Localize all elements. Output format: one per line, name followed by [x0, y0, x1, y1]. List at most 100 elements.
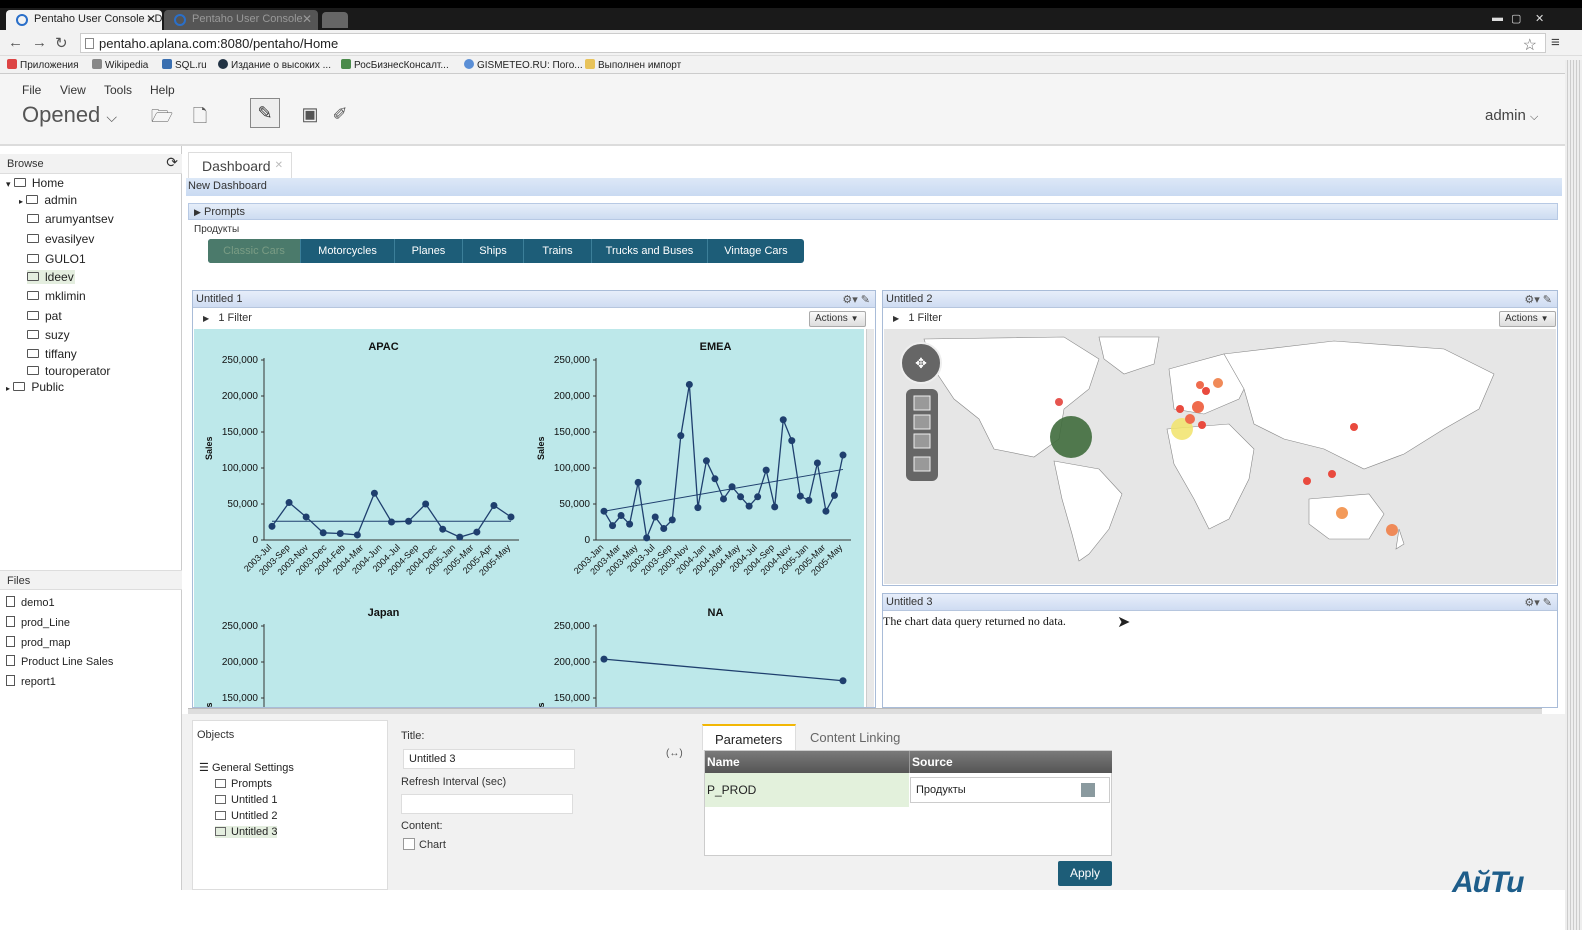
zoom-in-icon[interactable]: [913, 395, 931, 411]
map-bubble[interactable]: [1303, 477, 1311, 485]
save-icon[interactable]: ▣: [298, 104, 322, 128]
tree-item-arumyantsev[interactable]: arumyantsev: [27, 212, 114, 226]
product-button-trucks-and-buses[interactable]: Trucks and Buses: [592, 239, 708, 263]
product-button-ships[interactable]: Ships: [463, 239, 524, 263]
new-file-icon[interactable]: 🗋: [188, 104, 212, 128]
expand-arrow-icon[interactable]: ▶: [203, 314, 209, 323]
back-icon[interactable]: ←: [8, 34, 23, 51]
prompts-section[interactable]: ▶ Prompts: [188, 203, 1558, 220]
object-general-settings[interactable]: ☰ General Settings: [199, 761, 294, 774]
browser-tab-inactive[interactable]: Pentaho User Console ✕: [164, 10, 318, 30]
user-menu[interactable]: admin ⌵: [1485, 107, 1538, 124]
bookmark-star-icon[interactable]: ☆: [1523, 35, 1537, 55]
bookmark-rbc[interactable]: РосБизнесКонсалт...: [341, 59, 449, 71]
bookmark-import[interactable]: Выполнен импорт: [585, 59, 681, 71]
tree-item-admin[interactable]: ▸ admin: [19, 193, 77, 207]
close-tab-icon[interactable]: ✕: [302, 12, 312, 26]
link-icon[interactable]: (↔): [666, 748, 683, 759]
map-bubble[interactable]: [1050, 416, 1092, 458]
tree-item-public[interactable]: ▸ Public: [6, 380, 64, 394]
object-untitled-2[interactable]: Untitled 2: [215, 810, 277, 822]
product-button-vintage-cars[interactable]: Vintage Cars: [708, 239, 804, 263]
minimize-window-icon[interactable]: ▬: [1492, 12, 1503, 24]
file-item[interactable]: Product Line Sales: [6, 655, 113, 668]
refresh-interval-input[interactable]: [401, 794, 573, 814]
maximize-window-icon[interactable]: ▢: [1511, 12, 1521, 25]
panel-settings-icon[interactable]: ⚙▾ ✎: [1524, 596, 1552, 609]
map-bubble[interactable]: [1055, 398, 1063, 406]
zoom-out-icon[interactable]: [913, 414, 931, 430]
chart-checkbox[interactable]: [403, 838, 415, 850]
tree-item-mklimin[interactable]: mklimin: [27, 289, 86, 303]
map-bubble[interactable]: [1336, 507, 1348, 519]
save-as-icon[interactable]: ✐: [328, 104, 352, 128]
apply-button[interactable]: Apply: [1058, 861, 1112, 886]
map-bubble[interactable]: [1328, 470, 1336, 478]
map-bubble[interactable]: [1202, 387, 1210, 395]
map-bubble[interactable]: [1176, 405, 1184, 413]
map-layers-icon[interactable]: [913, 456, 931, 472]
tree-item-suzy[interactable]: suzy: [27, 328, 70, 342]
map-bubble[interactable]: [1185, 414, 1195, 424]
world-map[interactable]: ✥: [884, 329, 1556, 584]
panel-settings-icon[interactable]: ⚙▾ ✎: [1524, 293, 1552, 306]
product-button-classic-cars[interactable]: Classic Cars: [208, 239, 301, 263]
menu-tools[interactable]: Tools: [104, 83, 132, 97]
tree-item-tiffany[interactable]: tiffany: [27, 347, 77, 361]
browser-tab-active[interactable]: Pentaho User Console - D ✕: [6, 10, 162, 30]
zoom-extent-icon[interactable]: [913, 433, 931, 449]
expand-arrow-icon[interactable]: ▶: [893, 314, 899, 323]
reload-icon[interactable]: ↻: [55, 34, 68, 52]
bookmark-wikipedia[interactable]: Wikipedia: [92, 59, 148, 71]
new-tab-button[interactable]: [322, 12, 348, 28]
bookmark-gismeteo[interactable]: GISMETEO.RU: Пого...: [464, 59, 583, 71]
tab-parameters[interactable]: Parameters: [702, 724, 796, 750]
url-input[interactable]: pentaho.aplana.com:8080/pentaho/Home ☆: [80, 33, 1546, 55]
close-tab-icon[interactable]: ✕: [146, 12, 156, 26]
perspective-dropdown[interactable]: Opened ⌵: [22, 102, 117, 128]
file-item[interactable]: prod_map: [6, 636, 71, 649]
map-navigation-controls[interactable]: ✥: [900, 342, 942, 481]
chart-checkbox-row[interactable]: Chart: [403, 838, 446, 851]
close-window-icon[interactable]: ✕: [1535, 12, 1544, 25]
menu-view[interactable]: View: [60, 83, 86, 97]
tab-dashboard[interactable]: Dashboard ✕: [188, 152, 292, 178]
forward-icon[interactable]: →: [32, 34, 47, 51]
vertical-scrollbar[interactable]: [866, 329, 874, 707]
close-icon[interactable]: ✕: [275, 160, 283, 171]
param-source-select[interactable]: Продукты: [910, 777, 1110, 803]
map-bubble[interactable]: [1196, 381, 1204, 389]
refresh-icon[interactable]: ⟳: [166, 154, 178, 171]
map-bubble[interactable]: [1213, 378, 1223, 388]
object-untitled-3[interactable]: Untitled 3: [215, 826, 278, 838]
filter-label[interactable]: 1 Filter: [908, 312, 942, 324]
bookmark-sqlru[interactable]: SQL.ru: [162, 59, 207, 71]
file-item[interactable]: prod_Line: [6, 616, 70, 629]
map-bubble[interactable]: [1192, 401, 1204, 413]
file-item[interactable]: report1: [6, 675, 56, 688]
product-button-trains[interactable]: Trains: [524, 239, 592, 263]
map-bubble[interactable]: [1350, 423, 1358, 431]
tree-item-pat[interactable]: pat: [27, 309, 62, 323]
object-untitled-1[interactable]: Untitled 1: [215, 794, 277, 806]
menu-help[interactable]: Help: [150, 83, 175, 97]
dropdown-icon[interactable]: [1081, 783, 1095, 797]
filter-label[interactable]: 1 Filter: [218, 312, 252, 324]
tree-item-gulo1[interactable]: GULO1: [27, 252, 86, 266]
tree-item-home[interactable]: ▾ Home: [6, 176, 64, 190]
menu-file[interactable]: File: [22, 83, 41, 97]
panel-settings-icon[interactable]: ⚙▾ ✎: [842, 293, 870, 306]
actions-dropdown[interactable]: Actions ▼: [809, 311, 866, 327]
tab-content-linking[interactable]: Content Linking: [798, 724, 918, 750]
browser-menu-icon[interactable]: ≡: [1551, 34, 1560, 51]
bookmark-apps[interactable]: Приложения: [7, 59, 79, 71]
map-bubble[interactable]: [1386, 524, 1398, 536]
title-input[interactable]: Untitled 3: [403, 749, 575, 769]
map-bubble[interactable]: [1198, 421, 1206, 429]
actions-dropdown[interactable]: Actions ▼: [1499, 311, 1556, 327]
edit-pencil-icon[interactable]: ✎: [250, 98, 280, 128]
tree-item-touroperator[interactable]: touroperator: [27, 364, 110, 378]
object-prompts[interactable]: Prompts: [215, 778, 272, 790]
bookmark-izdanie[interactable]: Издание о высоких ...: [218, 59, 331, 71]
open-folder-icon[interactable]: 🗁: [150, 104, 174, 128]
